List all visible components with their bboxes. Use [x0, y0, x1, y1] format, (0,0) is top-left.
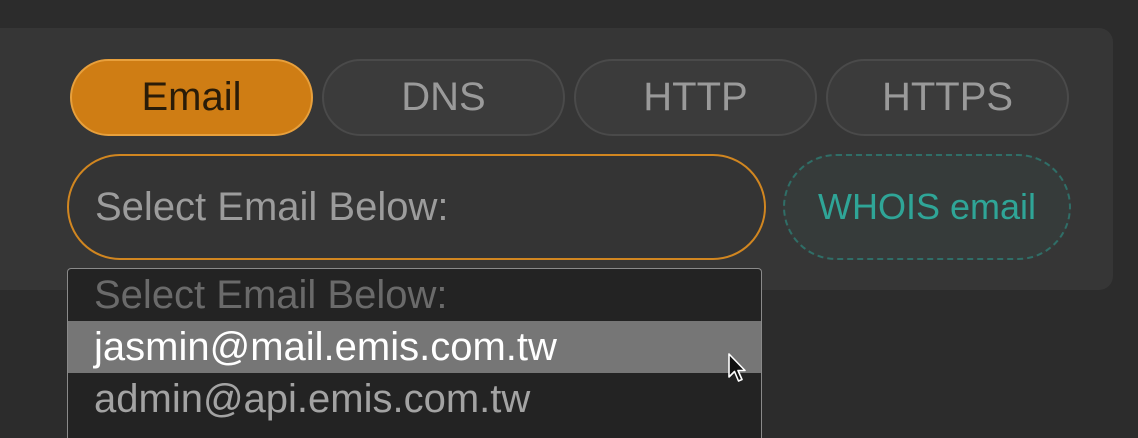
- email-dropdown-list: Select Email Below: jasmin@mail.emis.com…: [67, 268, 762, 438]
- tab-email[interactable]: Email: [70, 59, 313, 136]
- whois-email-button[interactable]: WHOIS email: [783, 154, 1071, 260]
- tab-dns[interactable]: DNS: [322, 59, 565, 136]
- dropdown-option[interactable]: jasmin@mail.emis.com.tw: [68, 321, 761, 373]
- dropdown-option-placeholder: Select Email Below:: [94, 272, 448, 317]
- email-select[interactable]: Select Email Below:: [67, 154, 766, 260]
- email-select-value: Select Email Below:: [95, 184, 449, 229]
- dropdown-option[interactable]: admin@api.emis.com.tw: [68, 373, 761, 425]
- tab-http[interactable]: HTTP: [574, 59, 817, 136]
- query-type-tabs: Email DNS HTTP HTTPS: [70, 59, 1069, 136]
- tab-https[interactable]: HTTPS: [826, 59, 1069, 136]
- whois-email-button-label: WHOIS email: [817, 186, 1037, 227]
- mouse-pointer-icon: [728, 353, 746, 382]
